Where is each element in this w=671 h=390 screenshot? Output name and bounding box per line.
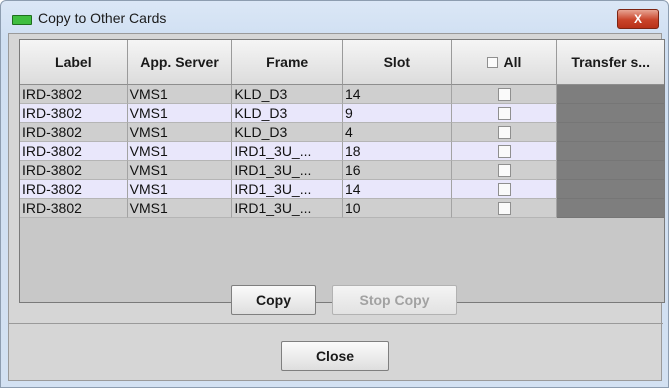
cell-frame: IRD1_3U_... — [232, 161, 343, 180]
table-row[interactable]: IRD-3802 VMS1 IRD1_3U_... 16 — [20, 161, 664, 180]
cell-app-server: VMS1 — [127, 104, 233, 123]
cell-transfer-status — [557, 161, 664, 180]
cell-app-server: VMS1 — [127, 199, 233, 218]
column-header-transfer-text: Transfer s... — [571, 54, 650, 70]
cell-select — [451, 85, 558, 104]
table-row[interactable]: IRD-3802 VMS1 KLD_D3 4 — [20, 123, 664, 142]
cell-transfer-status — [557, 104, 664, 123]
column-header-frame-text: Frame — [266, 54, 309, 70]
cell-frame: IRD1_3U_... — [232, 180, 343, 199]
table-row[interactable]: IRD-3802 VMS1 IRD1_3U_... 10 — [20, 199, 664, 218]
copy-dialog: Copy to Other Cards X Label App. Server … — [0, 0, 669, 388]
cell-frame: KLD_D3 — [232, 123, 343, 142]
table-row[interactable]: IRD-3802 VMS1 IRD1_3U_... 14 — [20, 180, 664, 199]
divider — [9, 323, 663, 324]
cell-select — [451, 199, 558, 218]
cell-label: IRD-3802 — [20, 85, 128, 104]
cell-transfer-status — [557, 199, 664, 218]
column-header-all[interactable]: All — [451, 40, 558, 85]
column-header-transfer[interactable]: Transfer s... — [557, 40, 664, 85]
cell-transfer-status — [557, 142, 664, 161]
cell-frame: IRD1_3U_... — [232, 142, 343, 161]
cell-label: IRD-3802 — [20, 142, 128, 161]
cell-frame: KLD_D3 — [232, 85, 343, 104]
dialog-title: Copy to Other Cards — [38, 10, 167, 26]
cell-frame: KLD_D3 — [232, 104, 343, 123]
stop-copy-button[interactable]: Stop Copy — [332, 285, 457, 315]
column-header-slot[interactable]: Slot — [343, 40, 452, 85]
cell-select — [451, 104, 558, 123]
select-all-checkbox[interactable] — [486, 56, 498, 68]
cell-slot: 16 — [343, 161, 452, 180]
cell-transfer-status — [557, 123, 664, 142]
cell-app-server: VMS1 — [127, 142, 233, 161]
cell-label: IRD-3802 — [20, 104, 128, 123]
cell-select — [451, 180, 558, 199]
table-row[interactable]: IRD-3802 VMS1 KLD_D3 9 — [20, 104, 664, 123]
row-checkbox[interactable] — [497, 144, 511, 158]
table-row[interactable]: IRD-3802 VMS1 KLD_D3 14 — [20, 85, 664, 104]
cell-select — [451, 142, 558, 161]
column-header-app-server[interactable]: App. Server — [127, 40, 233, 85]
cell-app-server: VMS1 — [127, 180, 233, 199]
cell-slot: 18 — [343, 142, 452, 161]
column-header-frame[interactable]: Frame — [232, 40, 343, 85]
cell-slot: 4 — [343, 123, 452, 142]
column-header-label-text: Label — [55, 54, 92, 70]
dialog-body: Label App. Server Frame Slot All Transfe… — [8, 33, 665, 381]
column-header-slot-text: Slot — [383, 54, 411, 70]
row-checkbox[interactable] — [497, 182, 511, 196]
cell-label: IRD-3802 — [20, 199, 128, 218]
cell-label: IRD-3802 — [20, 161, 128, 180]
table-header: Label App. Server Frame Slot All Transfe… — [20, 40, 664, 85]
cell-slot: 9 — [343, 104, 452, 123]
row-checkbox[interactable] — [497, 163, 511, 177]
table-row[interactable]: IRD-3802 VMS1 IRD1_3U_... 18 — [20, 142, 664, 161]
cell-app-server: VMS1 — [127, 161, 233, 180]
title-bar: Copy to Other Cards X — [1, 1, 668, 33]
row-checkbox[interactable] — [497, 87, 511, 101]
cards-table: Label App. Server Frame Slot All Transfe… — [19, 39, 665, 303]
cell-select — [451, 161, 558, 180]
cell-slot: 14 — [343, 180, 452, 199]
cell-frame: IRD1_3U_... — [232, 199, 343, 218]
cell-label: IRD-3802 — [20, 123, 128, 142]
column-header-app-server-text: App. Server — [140, 54, 219, 70]
row-checkbox[interactable] — [497, 201, 511, 215]
cell-app-server: VMS1 — [127, 85, 233, 104]
row-checkbox[interactable] — [497, 125, 511, 139]
cell-slot: 10 — [343, 199, 452, 218]
close-button[interactable]: Close — [281, 341, 389, 371]
row-checkbox[interactable] — [497, 106, 511, 120]
column-header-label[interactable]: Label — [20, 40, 128, 85]
cell-transfer-status — [557, 180, 664, 199]
card-icon — [12, 15, 32, 25]
cell-label: IRD-3802 — [20, 180, 128, 199]
cell-transfer-status — [557, 85, 664, 104]
copy-button[interactable]: Copy — [231, 285, 316, 315]
cell-select — [451, 123, 558, 142]
close-window-button[interactable]: X — [617, 9, 659, 29]
cell-app-server: VMS1 — [127, 123, 233, 142]
select-all-label: All — [503, 54, 522, 70]
cell-slot: 14 — [343, 85, 452, 104]
table-body: IRD-3802 VMS1 KLD_D3 14 IRD-3802 VMS1 KL… — [20, 85, 664, 218]
